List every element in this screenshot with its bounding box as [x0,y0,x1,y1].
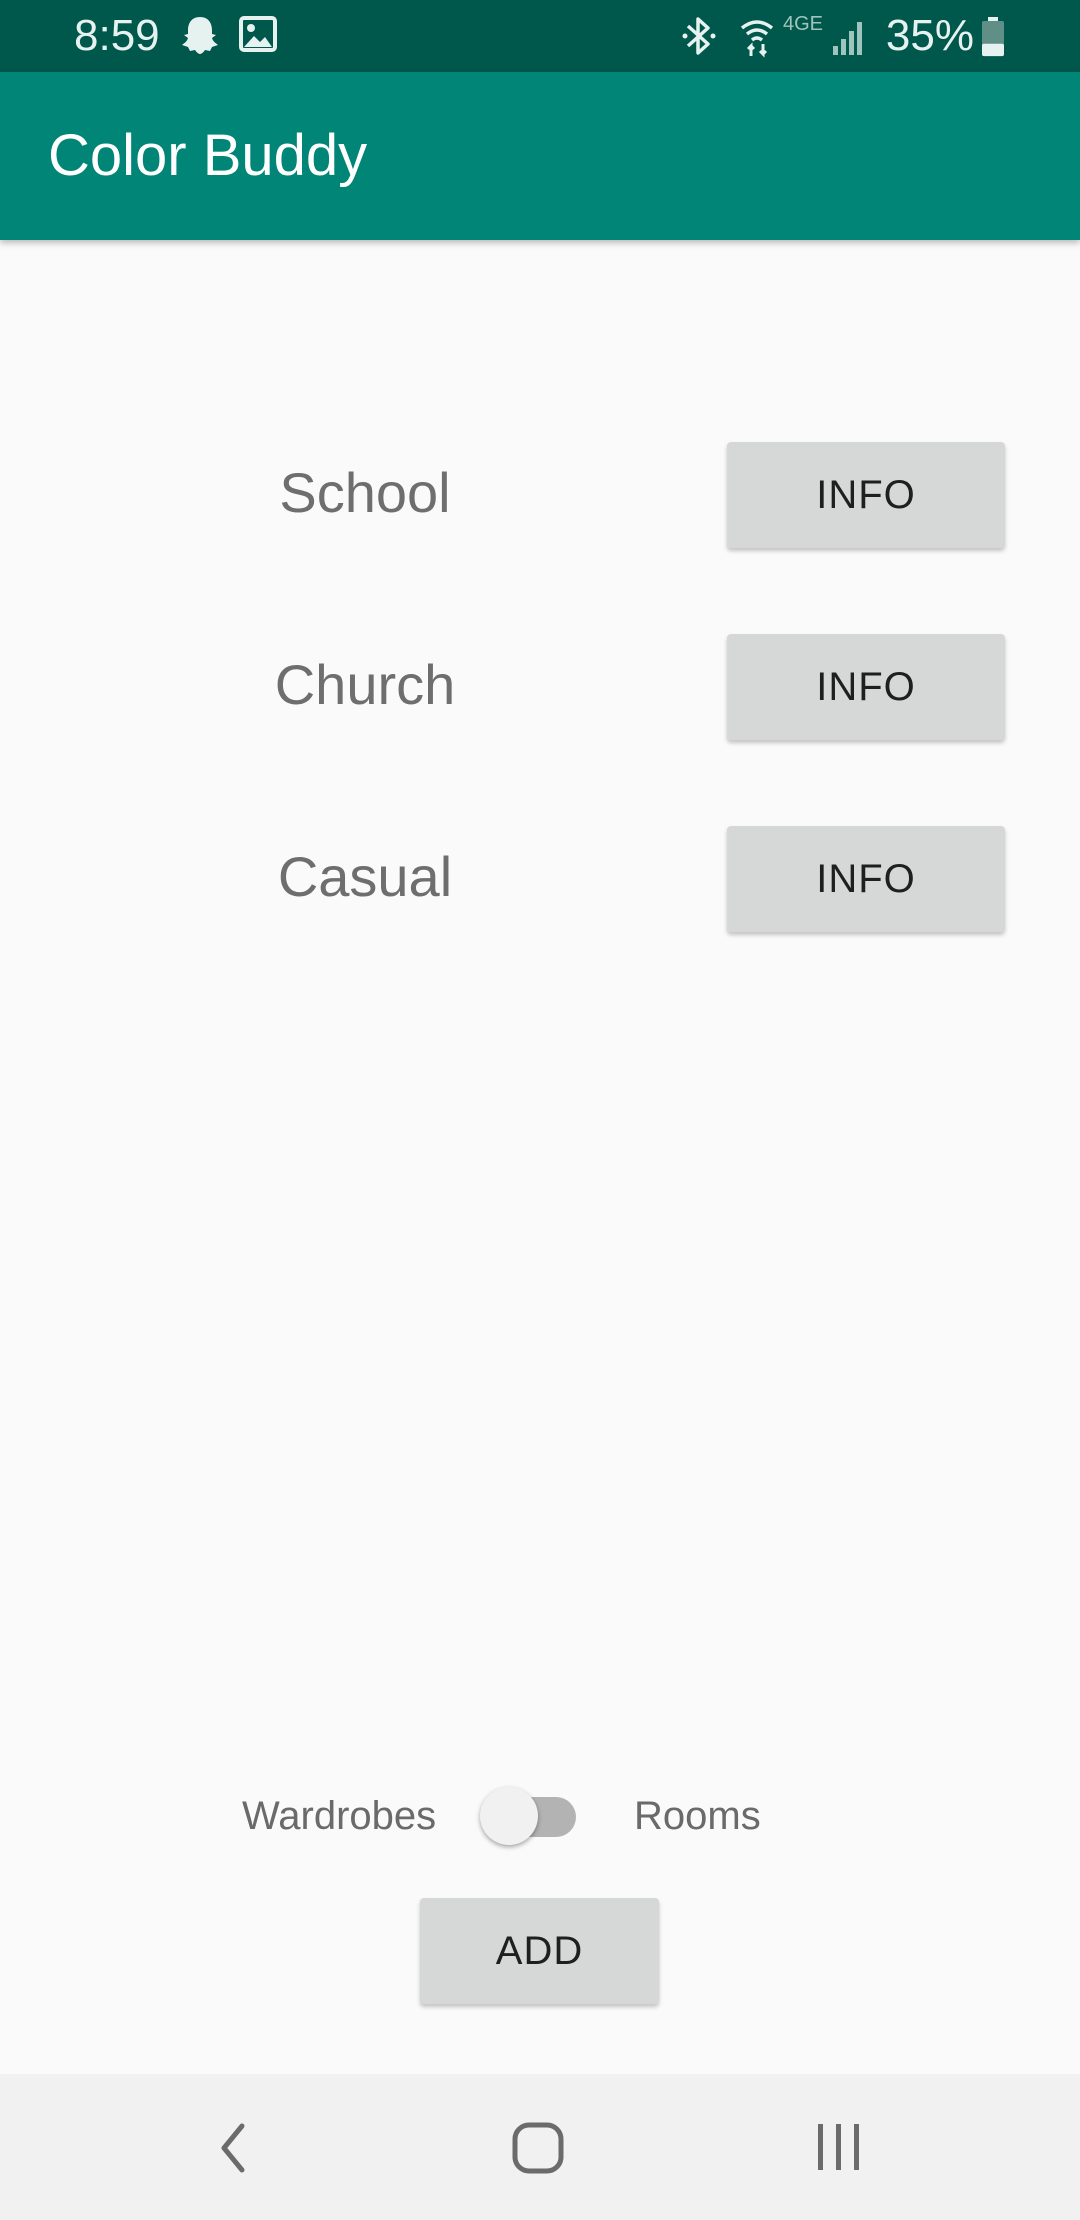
toggle-label-rooms: Rooms [634,1794,761,1838]
switch-thumb [480,1787,538,1845]
navigation-bar [0,2074,1080,2220]
battery-icon [980,16,1006,63]
lte-4g-icon: 4GE [783,12,827,41]
wardrobes-rooms-switch[interactable] [480,1785,580,1847]
recent-apps-icon[interactable] [814,2122,864,2179]
bluetooth-icon [682,14,716,63]
app-bar: Color Buddy [0,72,1080,240]
status-time: 8:59 [74,11,160,60]
wifi-icon [738,14,776,63]
info-button-school[interactable]: INFO [727,442,1005,548]
category-label-church: Church [274,653,456,716]
toggle-label-wardrobes: Wardrobes [242,1794,437,1838]
battery-percent: 35% [885,11,974,60]
gallery-image-icon [238,14,278,59]
add-button[interactable]: ADD [420,1898,659,2004]
category-label-casual: Casual [277,845,453,908]
home-icon[interactable] [510,2120,566,2181]
info-button-church[interactable]: INFO [727,634,1005,740]
snapchat-ghost-icon [180,14,220,61]
svg-text:4GE: 4GE [783,13,823,35]
status-bar: 8:59 4GE 35% [0,0,1080,72]
app-title: Color Buddy [48,123,368,188]
category-label-school: School [279,461,451,524]
info-button-casual[interactable]: INFO [727,826,1005,932]
back-icon[interactable] [212,2118,252,2183]
cellular-signal-icon [832,18,868,61]
